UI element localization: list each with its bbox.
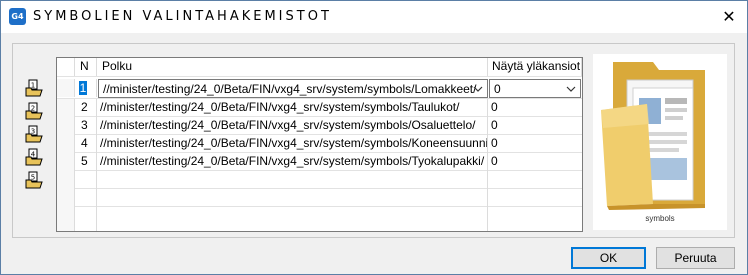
- table-row[interactable]: 1 //minister/testing/24_0/Beta/FIN/vxg4_…: [57, 79, 582, 99]
- show-parent-cell[interactable]: 0: [488, 99, 582, 117]
- show-parent-combobox[interactable]: 0: [489, 79, 581, 98]
- close-button[interactable]: ✕: [717, 5, 741, 29]
- row-selector[interactable]: [57, 99, 75, 117]
- symbol-folder-4-icon[interactable]: 4: [25, 148, 43, 166]
- preview-label: symbols: [645, 214, 675, 223]
- row-selector[interactable]: [57, 189, 75, 207]
- empty-table-row[interactable]: [57, 207, 582, 231]
- path-cell[interactable]: //minister/testing/24_0/Beta/FIN/vxg4_sr…: [97, 135, 488, 153]
- row-number-cell[interactable]: 4: [75, 135, 97, 153]
- title-bar: G4 SYMBOLIEN VALINTAHAKEMISTOT ✕: [1, 1, 747, 33]
- row-selector[interactable]: [57, 135, 75, 153]
- chevron-down-icon[interactable]: [565, 81, 577, 97]
- empty-table-row[interactable]: [57, 171, 582, 189]
- header-path[interactable]: Polku: [97, 58, 488, 76]
- path-combobox[interactable]: //minister/testing/24_0/Beta/FIN/vxg4_sr…: [98, 79, 488, 98]
- symbol-folder-3-icon[interactable]: 3: [25, 125, 43, 143]
- folder-icon: [601, 62, 705, 210]
- empty-cell[interactable]: [97, 207, 488, 231]
- path-cell[interactable]: //minister/testing/24_0/Beta/FIN/vxg4_sr…: [97, 117, 488, 135]
- show-parent-cell[interactable]: 0: [488, 117, 582, 135]
- empty-cell[interactable]: [75, 189, 97, 207]
- row-selector[interactable]: [57, 117, 75, 135]
- empty-cell[interactable]: [488, 207, 582, 231]
- empty-cell[interactable]: [488, 189, 582, 207]
- row-selector[interactable]: [57, 207, 75, 231]
- header-n[interactable]: N: [75, 58, 97, 76]
- show-parent-cell[interactable]: 0: [488, 135, 582, 153]
- symbol-folder-2-icon[interactable]: 2: [25, 102, 43, 120]
- app-logo-icon: G4: [9, 8, 26, 25]
- table-row[interactable]: 3 //minister/testing/24_0/Beta/FIN/vxg4_…: [57, 117, 582, 135]
- row-selector[interactable]: [57, 153, 75, 171]
- chevron-down-icon[interactable]: [472, 81, 484, 97]
- row-selector[interactable]: [57, 171, 75, 189]
- path-cell[interactable]: //minister/testing/24_0/Beta/FIN/vxg4_sr…: [97, 153, 488, 171]
- show-parent-cell[interactable]: 0: [488, 153, 582, 171]
- show-parent-combobox-value: 0: [494, 82, 501, 96]
- table-header-row: N Polku Näytä yläkansiot: [57, 58, 582, 77]
- cancel-button[interactable]: Peruuta: [656, 247, 735, 269]
- row-number-editor[interactable]: 1: [79, 81, 87, 95]
- dialog-window: G4 SYMBOLIEN VALINTAHAKEMISTOT ✕ 1 2 3 4: [0, 0, 748, 275]
- window-title: SYMBOLIEN VALINTAHAKEMISTOT: [33, 9, 332, 24]
- path-cell[interactable]: //minister/testing/24_0/Beta/FIN/vxg4_sr…: [97, 99, 488, 117]
- empty-cell[interactable]: [75, 171, 97, 189]
- empty-cell[interactable]: [75, 207, 97, 231]
- symbol-folder-1-icon[interactable]: 1: [25, 79, 43, 97]
- row-number-cell[interactable]: 3: [75, 117, 97, 135]
- empty-table-row[interactable]: [57, 189, 582, 207]
- header-corner: [57, 58, 75, 76]
- row-number-cell[interactable]: 2: [75, 99, 97, 117]
- table-row[interactable]: 2 //minister/testing/24_0/Beta/FIN/vxg4_…: [57, 99, 582, 117]
- table-row[interactable]: 5 //minister/testing/24_0/Beta/FIN/vxg4_…: [57, 153, 582, 171]
- folder-preview: symbols: [593, 54, 727, 230]
- empty-cell[interactable]: [488, 171, 582, 189]
- path-combobox-value: //minister/testing/24_0/Beta/FIN/vxg4_sr…: [103, 82, 477, 96]
- empty-cell[interactable]: [97, 189, 488, 207]
- directory-table: N Polku Näytä yläkansiot 1 //minister/te…: [56, 57, 583, 232]
- row-selector[interactable]: [57, 79, 75, 97]
- row-number-cell[interactable]: 1: [75, 79, 97, 97]
- table-row[interactable]: 4 //minister/testing/24_0/Beta/FIN/vxg4_…: [57, 135, 582, 153]
- header-show-parent[interactable]: Näytä yläkansiot: [488, 58, 582, 76]
- row-number-cell[interactable]: 5: [75, 153, 97, 171]
- ok-button[interactable]: OK: [571, 247, 646, 269]
- symbol-folder-5-icon[interactable]: 5: [25, 171, 43, 189]
- empty-cell[interactable]: [97, 171, 488, 189]
